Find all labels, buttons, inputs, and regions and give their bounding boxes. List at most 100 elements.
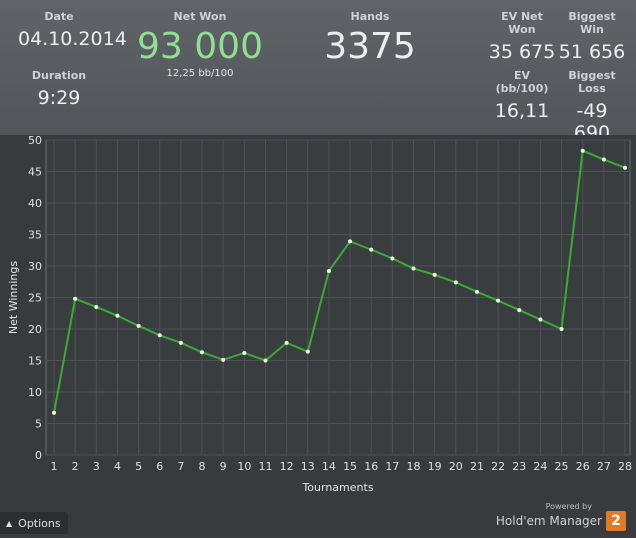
x-tick-label: 23 bbox=[512, 460, 526, 473]
options-label: Options bbox=[18, 516, 61, 530]
powered-by-text: Powered by bbox=[545, 502, 592, 511]
duration-value: 9:29 bbox=[37, 87, 81, 109]
x-tick-label: 5 bbox=[135, 460, 142, 473]
x-tick-label: 16 bbox=[364, 460, 378, 473]
data-point bbox=[200, 350, 205, 355]
data-point bbox=[157, 333, 162, 338]
hm2-badge-icon: 2 bbox=[606, 511, 626, 531]
data-point bbox=[115, 313, 120, 318]
hands-label: Hands bbox=[350, 10, 390, 23]
ev-net-won-label: EV Net Won bbox=[501, 10, 543, 36]
data-point bbox=[432, 272, 437, 277]
x-tick-label: 2 bbox=[72, 460, 79, 473]
data-point bbox=[242, 350, 247, 355]
y-tick-label: 30 bbox=[28, 260, 42, 273]
ev-bb100-stat: EV (bb/100) 16,11 bbox=[486, 69, 558, 122]
x-tick-label: 1 bbox=[51, 460, 58, 473]
x-tick-label: 12 bbox=[280, 460, 294, 473]
x-axis-label: Tournaments bbox=[301, 481, 373, 494]
duration-stat: Duration 9:29 bbox=[18, 69, 100, 109]
ev-bb100-value: 16,11 bbox=[494, 100, 550, 122]
y-tick-label: 10 bbox=[28, 386, 42, 399]
x-tick-label: 21 bbox=[470, 460, 484, 473]
data-point bbox=[580, 148, 585, 153]
y-axis-label: Net Winnings bbox=[7, 261, 20, 334]
x-tick-label: 18 bbox=[407, 460, 421, 473]
x-tick-label: 11 bbox=[258, 460, 272, 473]
chevron-up-icon: ▲ bbox=[6, 518, 13, 528]
x-tick-label: 10 bbox=[237, 460, 251, 473]
biggest-win-stat: Biggest Win 51 656 bbox=[556, 10, 628, 63]
brand-name-row: Hold'em Manager 2 bbox=[496, 511, 626, 531]
data-point bbox=[369, 247, 374, 252]
biggest-loss-stat: Biggest Loss -49 690 bbox=[556, 69, 628, 144]
data-point bbox=[52, 410, 56, 415]
data-point bbox=[517, 308, 522, 313]
ev-bb100-label: EV (bb/100) bbox=[495, 69, 549, 95]
x-tick-label: 7 bbox=[177, 460, 184, 473]
data-point bbox=[474, 289, 479, 294]
data-point bbox=[305, 349, 310, 354]
x-tick-label: 25 bbox=[555, 460, 569, 473]
net-won-label: Net Won bbox=[173, 10, 227, 23]
hands-value: 3375 bbox=[324, 26, 416, 67]
biggest-win-label: Biggest Win bbox=[568, 10, 616, 36]
data-point bbox=[601, 157, 606, 162]
date-label: Date bbox=[44, 10, 74, 23]
date-value: 04.10.2014 bbox=[18, 28, 127, 50]
x-tick-label: 15 bbox=[343, 460, 357, 473]
data-point bbox=[348, 239, 353, 244]
y-tick-label: 15 bbox=[28, 355, 42, 368]
x-tick-label: 9 bbox=[220, 460, 227, 473]
y-tick-label: 0 bbox=[35, 449, 42, 462]
ev-net-won-value: 35 675 bbox=[488, 41, 556, 63]
biggest-win-value: 51 656 bbox=[558, 41, 626, 63]
data-point bbox=[496, 298, 501, 303]
data-point bbox=[136, 323, 141, 328]
x-tick-label: 28 bbox=[618, 460, 632, 473]
data-point bbox=[559, 327, 564, 331]
data-point bbox=[390, 256, 395, 261]
x-tick-label: 14 bbox=[322, 460, 336, 473]
biggest-loss-label: Biggest Loss bbox=[568, 69, 616, 95]
duration-label: Duration bbox=[31, 69, 87, 82]
data-point bbox=[411, 266, 416, 271]
x-tick-label: 17 bbox=[385, 460, 399, 473]
x-tick-label: 27 bbox=[597, 460, 611, 473]
chart-area: 0 5 10 15 20 25 30 35 40 45 50 1 2 3 4 5 6 7 8 9 10 11 12 13 14 1… bbox=[0, 134, 636, 534]
data-point bbox=[263, 358, 268, 363]
x-tick-label: 26 bbox=[576, 460, 590, 473]
data-point bbox=[221, 357, 226, 362]
brand-name: Hold'em Manager bbox=[495, 514, 602, 528]
brand-logo: Powered by Hold'em Manager 2 bbox=[496, 502, 626, 531]
y-tick-label: 20 bbox=[28, 323, 42, 336]
data-point bbox=[284, 340, 289, 345]
y-tick-label: 45 bbox=[28, 166, 42, 179]
y-tick-label: 50 bbox=[28, 135, 42, 147]
data-point bbox=[623, 165, 627, 170]
data-point bbox=[94, 304, 99, 309]
x-tick-label: 24 bbox=[533, 460, 547, 473]
y-tick-label: 5 bbox=[35, 418, 42, 431]
options-button[interactable]: ▲ Options bbox=[0, 512, 68, 534]
y-tick-label: 40 bbox=[28, 197, 42, 210]
y-tick-label: 35 bbox=[28, 229, 42, 242]
net-won-value: 93 000 bbox=[137, 26, 263, 67]
data-point bbox=[326, 269, 331, 274]
x-tick-label: 6 bbox=[156, 460, 163, 473]
data-point bbox=[178, 340, 183, 345]
x-tick-label: 13 bbox=[301, 460, 315, 473]
net-won-bb100: 12,25 bb/100 bbox=[166, 68, 234, 79]
x-tick-label: 4 bbox=[114, 460, 121, 473]
stats-panel: Date 04.10.2014 Duration 9:29 Net Won 93… bbox=[0, 0, 636, 144]
x-tick-label: 3 bbox=[93, 460, 100, 473]
net-won-stat: Net Won 93 000 12,25 bb/100 bbox=[130, 10, 270, 79]
x-tick-label: 19 bbox=[428, 460, 442, 473]
x-tick-label: 8 bbox=[199, 460, 206, 473]
x-tick-label: 20 bbox=[449, 460, 463, 473]
y-tick-label: 25 bbox=[28, 292, 42, 305]
ev-net-won-stat: EV Net Won 35 675 bbox=[486, 10, 558, 63]
date-stat: Date 04.10.2014 bbox=[18, 10, 127, 50]
data-point bbox=[453, 280, 458, 285]
data-point bbox=[73, 296, 78, 301]
